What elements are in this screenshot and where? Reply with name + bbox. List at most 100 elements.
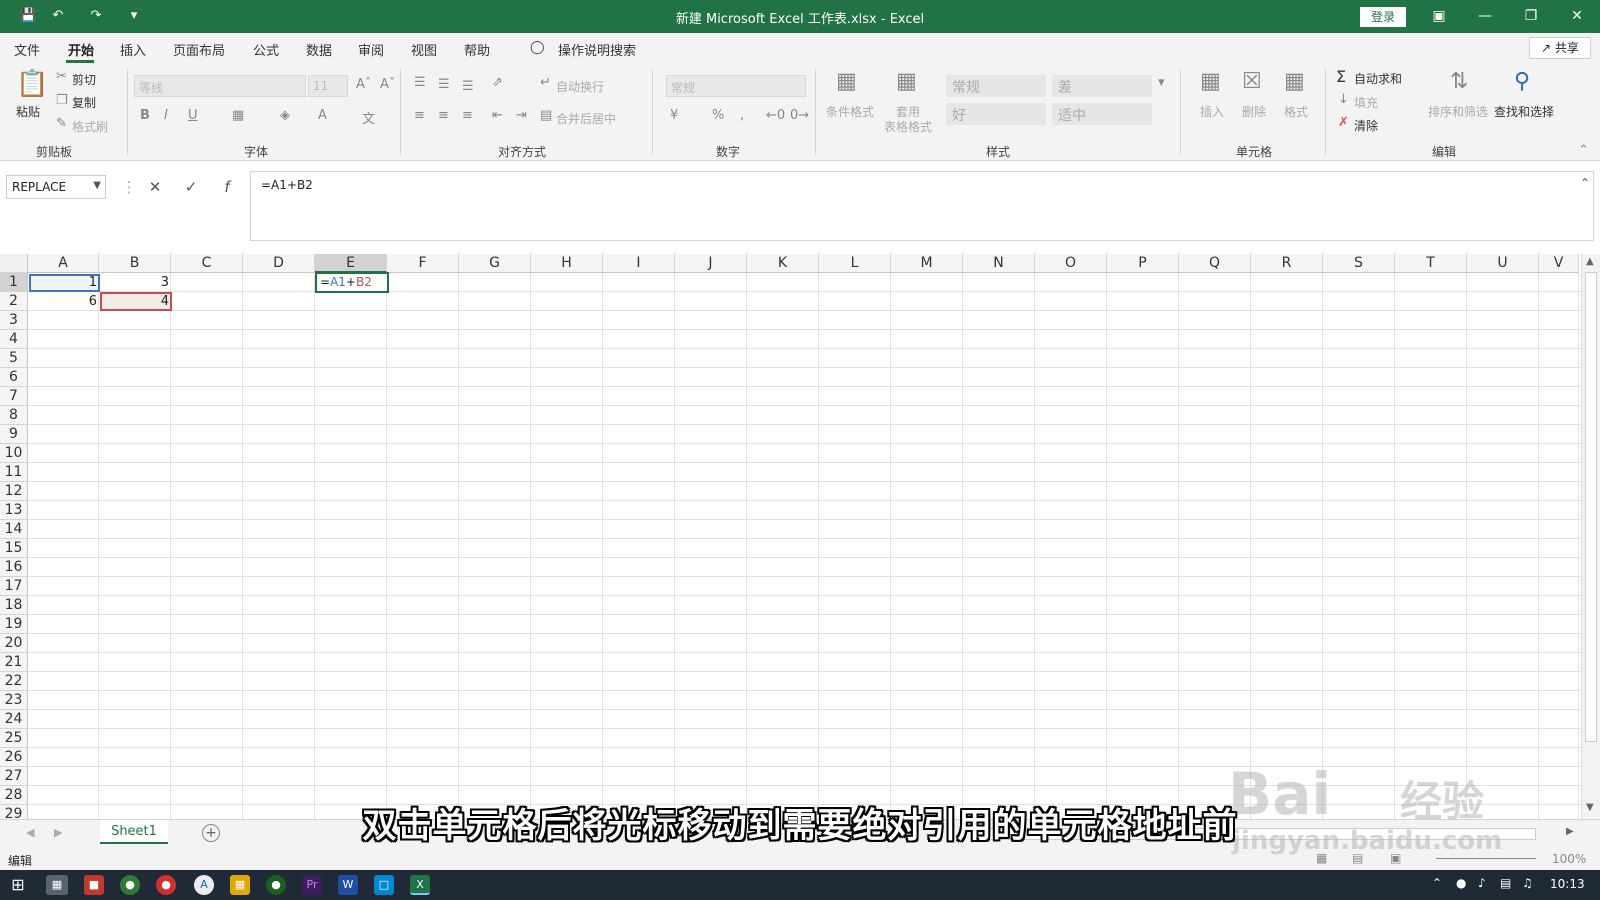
conditional-format-button[interactable]: 条件格式 xyxy=(826,103,874,120)
volume-icon[interactable]: ♪ xyxy=(1478,876,1486,890)
format-painter-button[interactable]: 格式刷 xyxy=(72,118,108,135)
row-header-19[interactable]: 19 xyxy=(0,615,28,634)
align-middle-icon[interactable]: ☰ xyxy=(438,77,450,92)
row-header-22[interactable]: 22 xyxy=(0,672,28,691)
column-header-e[interactable]: E xyxy=(315,254,387,273)
column-header-j[interactable]: J xyxy=(675,254,747,273)
decrease-font-icon[interactable]: Aˇ xyxy=(380,77,395,92)
row-header-4[interactable]: 4 xyxy=(0,330,28,349)
row-header-8[interactable]: 8 xyxy=(0,406,28,425)
column-header-v[interactable]: V xyxy=(1539,254,1579,273)
row-header-25[interactable]: 25 xyxy=(0,729,28,748)
phonetic-icon[interactable]: 文 xyxy=(362,108,375,127)
cut-button[interactable]: 剪切 xyxy=(72,71,96,88)
column-header-f[interactable]: F xyxy=(387,254,459,273)
align-center-icon[interactable]: ≡ xyxy=(438,108,449,123)
scroll-thumb[interactable] xyxy=(1585,272,1597,742)
enter-icon[interactable]: ✓ xyxy=(178,175,204,199)
share-button[interactable]: ↗ 共享 xyxy=(1529,37,1591,59)
column-header-r[interactable]: R xyxy=(1251,254,1323,273)
column-header-b[interactable]: B xyxy=(99,254,171,273)
fill-color-icon[interactable]: ◈ xyxy=(280,108,290,123)
row-header-12[interactable]: 12 xyxy=(0,482,28,501)
restore-icon[interactable]: ❐ xyxy=(1516,6,1546,26)
cell-a2[interactable]: 6 xyxy=(29,292,100,311)
chrome-icon[interactable]: ● xyxy=(266,875,286,895)
app-icon[interactable]: ● xyxy=(156,875,176,895)
cancel-icon[interactable]: ✕ xyxy=(142,175,168,199)
windows-start-icon[interactable]: ⊞ xyxy=(8,875,28,895)
row-header-5[interactable]: 5 xyxy=(0,349,28,368)
select-all-corner[interactable] xyxy=(0,254,28,273)
increase-font-icon[interactable]: Aˆ xyxy=(356,77,371,92)
bold-icon[interactable]: B xyxy=(140,108,150,123)
cell-e1-editor[interactable]: =A1+B2 xyxy=(315,272,389,293)
network-icon[interactable]: ▤ xyxy=(1500,876,1511,890)
insert-cells-button[interactable]: 插入 xyxy=(1200,103,1224,120)
tab-file[interactable]: 文件 xyxy=(14,40,40,59)
style-good[interactable]: 好 xyxy=(946,103,1046,125)
speaker-icon[interactable]: ♫ xyxy=(1522,876,1533,890)
excel-icon[interactable]: X xyxy=(410,875,430,895)
column-header-t[interactable]: T xyxy=(1395,254,1467,273)
login-button[interactable]: 登录 xyxy=(1360,7,1406,27)
column-header-l[interactable]: L xyxy=(819,254,891,273)
styles-more-icon[interactable]: ▾ xyxy=(1158,75,1165,90)
row-header-2[interactable]: 2 xyxy=(0,292,28,311)
row-header-23[interactable]: 23 xyxy=(0,691,28,710)
row-header-13[interactable]: 13 xyxy=(0,501,28,520)
worksheet-grid[interactable]: ABCDEFGHIJKLMNOPQRSTUV 1 2 3 4 5 6 7 8 9 10 11 12 13… xyxy=(0,254,1600,819)
app-icon[interactable]: ▦ xyxy=(46,875,68,895)
name-box[interactable]: REPLACE ▼ xyxy=(6,175,106,199)
copy-button[interactable]: 复制 xyxy=(72,94,96,111)
cell-a1[interactable]: 1 xyxy=(29,273,100,292)
column-header-i[interactable]: I xyxy=(603,254,675,273)
insert-function-icon[interactable]: f xyxy=(214,175,240,199)
number-format-select[interactable]: 常规 xyxy=(666,75,806,97)
clear-button[interactable]: 清除 xyxy=(1354,117,1378,134)
column-header-c[interactable]: C xyxy=(171,254,243,273)
wrap-text-button[interactable]: 自动换行 xyxy=(556,78,604,95)
tab-formulas[interactable]: 公式 xyxy=(253,40,279,59)
column-header-h[interactable]: H xyxy=(531,254,603,273)
column-header-u[interactable]: U xyxy=(1467,254,1539,273)
premiere-icon[interactable]: Pr xyxy=(302,875,322,895)
row-header-9[interactable]: 9 xyxy=(0,425,28,444)
orientation-icon[interactable]: ⇗ xyxy=(492,75,503,90)
row-header-3[interactable]: 3 xyxy=(0,311,28,330)
decrease-indent-icon[interactable]: ⇤ xyxy=(492,108,503,123)
row-header-27[interactable]: 27 xyxy=(0,767,28,786)
row-header-16[interactable]: 16 xyxy=(0,558,28,577)
cell-b1[interactable]: 3 xyxy=(100,273,172,292)
tab-help[interactable]: 帮助 xyxy=(464,40,490,59)
cell-b2[interactable]: 4 xyxy=(100,292,172,311)
column-header-m[interactable]: M xyxy=(891,254,963,273)
row-header-15[interactable]: 15 xyxy=(0,539,28,558)
tray-up-icon[interactable]: ⌃ xyxy=(1432,876,1442,890)
column-header-a[interactable]: A xyxy=(28,254,99,273)
row-header-17[interactable]: 17 xyxy=(0,577,28,596)
align-left-icon[interactable]: ≡ xyxy=(414,108,425,123)
increase-indent-icon[interactable]: ⇥ xyxy=(516,108,527,123)
paste-button[interactable]: 粘贴 xyxy=(16,103,40,120)
comma-icon[interactable]: , xyxy=(740,108,744,123)
file-explorer-icon[interactable]: ▦ xyxy=(230,875,250,895)
app-icon[interactable]: □ xyxy=(374,875,394,895)
zoom-level[interactable]: 100% xyxy=(1552,852,1586,866)
italic-icon[interactable]: I xyxy=(164,108,168,123)
tab-home[interactable]: 开始 xyxy=(68,40,94,59)
chevron-down-icon[interactable]: ▼ xyxy=(93,180,101,191)
chrome-icon[interactable]: ● xyxy=(120,875,140,895)
underline-icon[interactable]: U xyxy=(188,108,198,123)
tab-view[interactable]: 视图 xyxy=(411,40,437,59)
column-header-o[interactable]: O xyxy=(1035,254,1107,273)
delete-cells-button[interactable]: 删除 xyxy=(1242,103,1266,120)
column-header-q[interactable]: Q xyxy=(1179,254,1251,273)
accounting-icon[interactable]: ¥ xyxy=(670,108,678,123)
row-header-1[interactable]: 1 xyxy=(0,273,28,292)
row-header-14[interactable]: 14 xyxy=(0,520,28,539)
find-select-button[interactable]: 查找和选择 xyxy=(1494,103,1554,120)
column-header-d[interactable]: D xyxy=(243,254,315,273)
sort-filter-button[interactable]: 排序和筛选 xyxy=(1428,103,1488,120)
column-header-k[interactable]: K xyxy=(747,254,819,273)
